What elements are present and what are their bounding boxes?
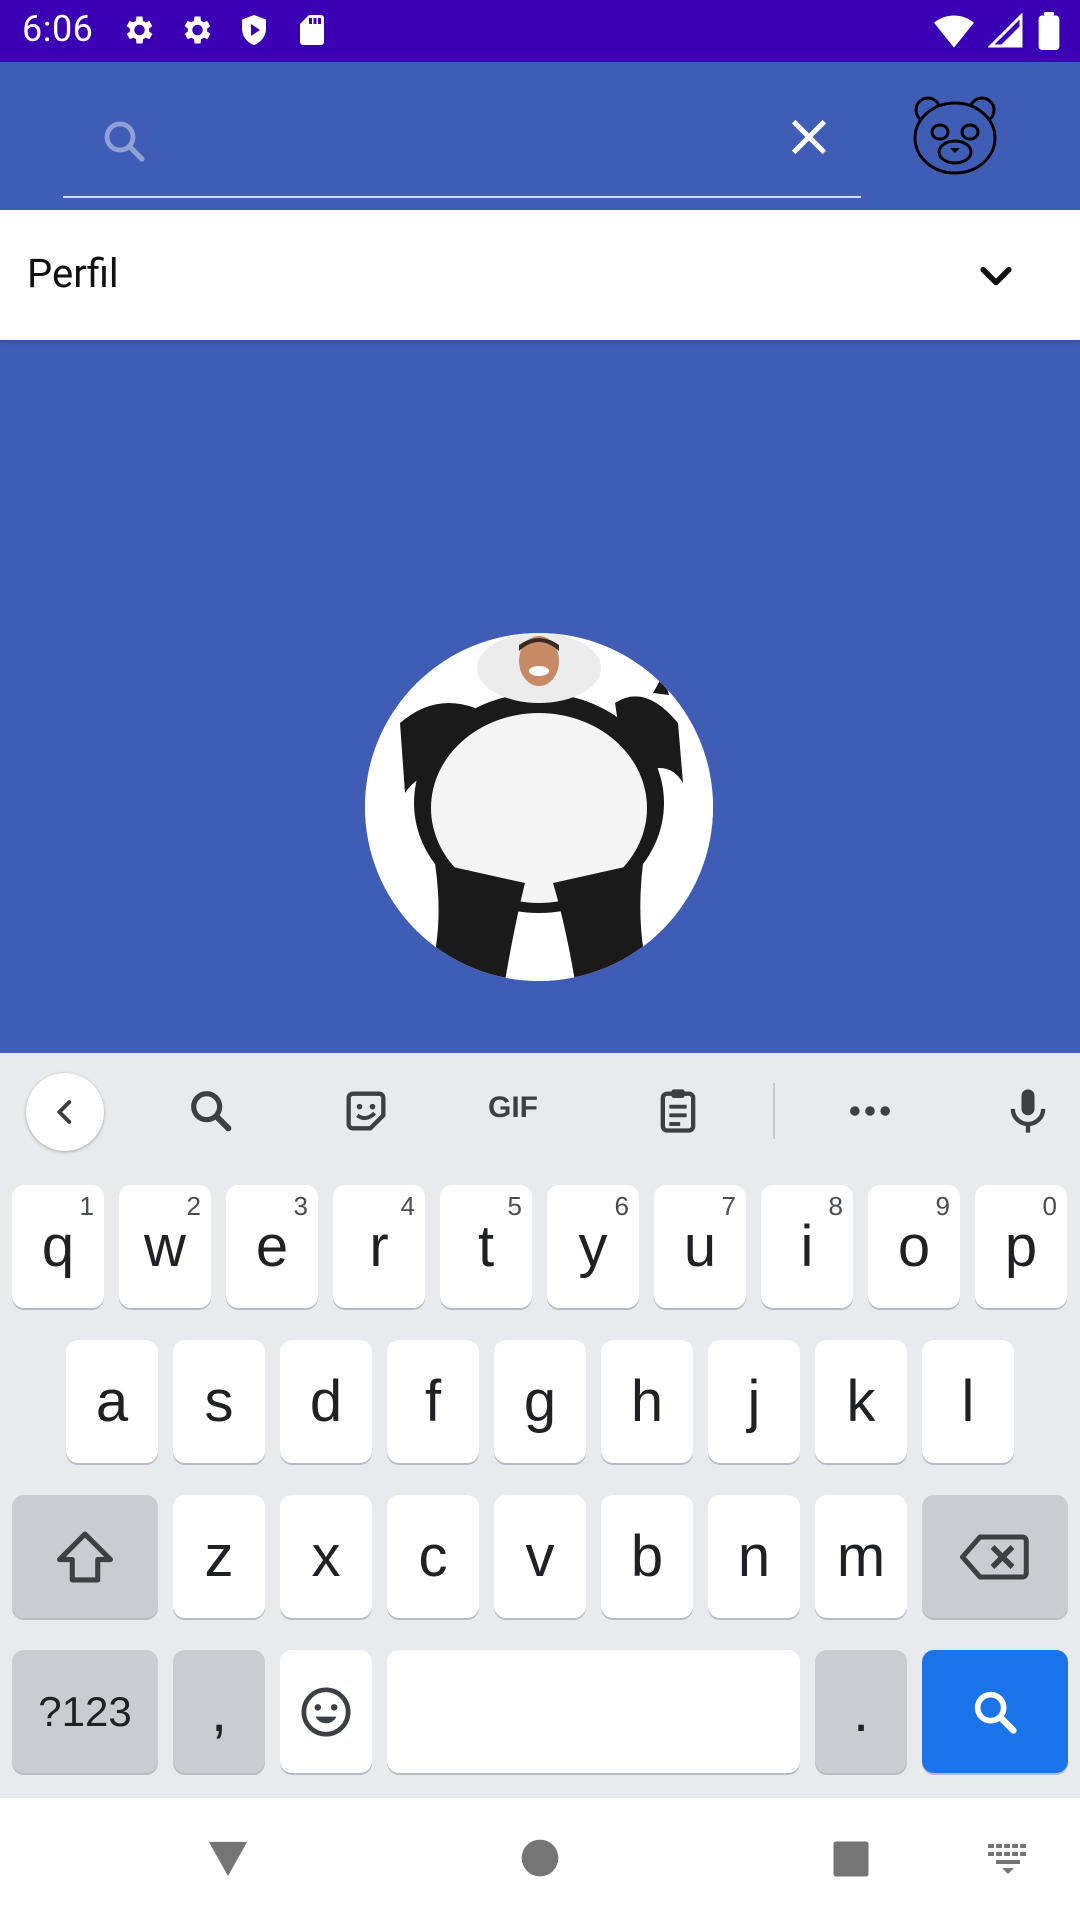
key-label: q <box>41 1214 75 1279</box>
key-t[interactable]: t5 <box>440 1185 532 1308</box>
key-label: u <box>683 1214 717 1279</box>
key-l[interactable]: l <box>922 1340 1014 1463</box>
home-circle-icon[interactable] <box>520 1838 560 1878</box>
mic-icon[interactable] <box>1002 1085 1054 1137</box>
key-hint: 1 <box>79 1191 94 1221</box>
search-action-key[interactable] <box>922 1650 1068 1773</box>
gear-icon <box>184 16 211 44</box>
key-d[interactable]: d <box>280 1340 372 1463</box>
battery-icon <box>1038 12 1060 50</box>
signal-icon <box>988 13 1023 48</box>
status-bar: 6:06 <box>0 0 1080 62</box>
key-b[interactable]: b <box>601 1495 693 1618</box>
search-input[interactable] <box>165 110 765 172</box>
profile-dropdown[interactable]: Perfil <box>0 210 1080 340</box>
gear-icon <box>126 16 153 44</box>
key-m[interactable]: m <box>815 1495 907 1618</box>
key-label: t <box>477 1214 495 1279</box>
key-f[interactable]: f <box>387 1340 479 1463</box>
key-q[interactable]: q1 <box>12 1185 104 1308</box>
key-hint: 6 <box>614 1191 629 1221</box>
space-key[interactable] <box>387 1650 800 1773</box>
key-hint: 9 <box>935 1191 950 1221</box>
key-s[interactable]: s <box>173 1340 265 1463</box>
back-triangle-icon[interactable] <box>205 1838 251 1880</box>
key-hint: 5 <box>507 1191 522 1221</box>
key-hint: 7 <box>721 1191 736 1221</box>
key-i[interactable]: i8 <box>761 1185 853 1308</box>
key-k[interactable]: k <box>815 1340 907 1463</box>
shield-play-icon <box>242 15 266 45</box>
key-z[interactable]: z <box>173 1495 265 1618</box>
key-hint: 4 <box>400 1191 415 1221</box>
key-e[interactable]: e3 <box>226 1185 318 1308</box>
keyboard-toolbar: GIF <box>0 1053 1080 1165</box>
key-label: y <box>578 1214 608 1279</box>
toolbar-divider <box>773 1083 775 1139</box>
key-j[interactable]: j <box>708 1340 800 1463</box>
key-label: w <box>144 1214 186 1279</box>
period-key[interactable]: . <box>815 1650 907 1773</box>
search-icon <box>104 121 145 162</box>
more-icon[interactable] <box>844 1085 896 1137</box>
key-h[interactable]: h <box>601 1340 693 1463</box>
key-g[interactable]: g <box>494 1340 586 1463</box>
key-x[interactable]: x <box>280 1495 372 1618</box>
status-right-icons <box>934 12 1060 50</box>
panda-logo-icon[interactable] <box>910 94 1000 176</box>
comma-key[interactable]: , <box>173 1650 265 1773</box>
key-r[interactable]: r4 <box>333 1185 425 1308</box>
key-label: r <box>369 1214 389 1279</box>
key-hint: 0 <box>1042 1191 1057 1221</box>
key-hint: 3 <box>293 1191 308 1221</box>
key-y[interactable]: y6 <box>547 1185 639 1308</box>
soft-keyboard: GIF q1 w2 e3 r4 t5 y6 u7 i8 o9 p0 a s d … <box>0 1053 1080 1798</box>
panda-costume-image <box>365 633 713 981</box>
key-hint: 2 <box>186 1191 201 1221</box>
profile-avatar[interactable] <box>365 633 713 981</box>
key-v[interactable]: v <box>494 1495 586 1618</box>
symbols-key[interactable]: ?123 <box>12 1650 158 1773</box>
chevron-down-icon <box>980 266 1012 286</box>
search-icon[interactable] <box>185 1085 237 1137</box>
clipboard-icon[interactable] <box>652 1085 704 1137</box>
key-p[interactable]: p0 <box>975 1185 1067 1308</box>
search-underline <box>63 196 861 198</box>
key-c[interactable]: c <box>387 1495 479 1618</box>
shift-icon <box>57 1531 113 1582</box>
dropdown-selected-label: Perfil <box>27 250 119 297</box>
gif-button[interactable]: GIF <box>488 1091 554 1143</box>
status-time: 6:06 <box>22 8 94 50</box>
app-bar <box>0 62 1080 210</box>
key-n[interactable]: n <box>708 1495 800 1618</box>
emoji-key[interactable] <box>280 1650 372 1773</box>
wifi-icon <box>934 15 974 48</box>
key-label: i <box>800 1214 814 1279</box>
key-u[interactable]: u7 <box>654 1185 746 1308</box>
backspace-key[interactable] <box>922 1495 1068 1618</box>
key-a[interactable]: a <box>66 1340 158 1463</box>
key-label: p <box>1004 1214 1038 1279</box>
backspace-icon <box>960 1534 1029 1579</box>
key-hint: 8 <box>828 1191 843 1221</box>
shift-key[interactable] <box>12 1495 158 1618</box>
navigation-bar <box>0 1798 1080 1920</box>
status-left-icons <box>120 12 330 48</box>
key-w[interactable]: w2 <box>119 1185 211 1308</box>
close-icon[interactable] <box>786 114 832 160</box>
key-label: e <box>255 1214 289 1279</box>
recents-square-icon[interactable] <box>830 1838 872 1880</box>
sd-card-icon <box>300 15 324 45</box>
search-icon <box>974 1691 1017 1734</box>
sticker-icon[interactable] <box>340 1085 392 1137</box>
emoji-icon <box>301 1687 351 1736</box>
key-o[interactable]: o9 <box>868 1185 960 1308</box>
back-icon[interactable] <box>26 1073 104 1151</box>
keyboard-switch-icon[interactable] <box>986 1842 1030 1874</box>
key-label: o <box>897 1214 931 1279</box>
